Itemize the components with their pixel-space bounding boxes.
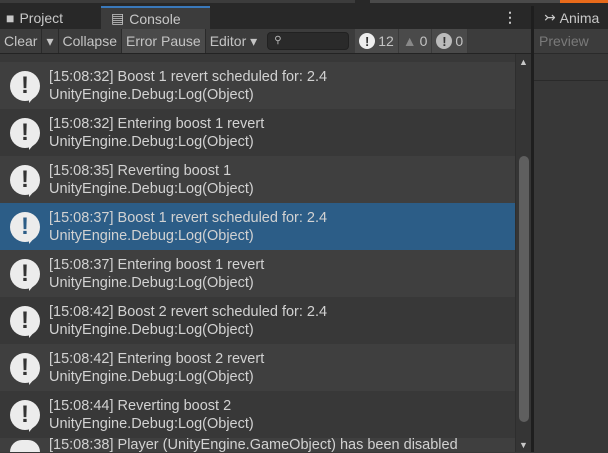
- preview-button[interactable]: Preview: [534, 29, 608, 54]
- log-trace: UnityEngine.Debug:Log(Object): [49, 86, 254, 103]
- log-text: [15:08:35] Reverting boost 1 UnityEngine.…: [49, 162, 254, 198]
- log-trace: UnityEngine.Debug:Log(Object): [49, 415, 254, 432]
- log-message: [15:08:38] Player (UnityEngine.GameObjec…: [49, 437, 458, 453]
- info-message-icon: !: [10, 440, 40, 452]
- log-message: [15:08:37] Entering boost 1 revert: [49, 256, 265, 273]
- info-message-icon: !: [10, 258, 40, 291]
- tab-label: Anima: [559, 9, 600, 26]
- info-icon: !: [359, 33, 376, 49]
- animation-icon: ↣: [544, 9, 556, 25]
- collapse-button[interactable]: Collapse: [59, 29, 122, 53]
- collapse-label: Collapse: [62, 33, 117, 49]
- info-message-icon: !: [10, 117, 40, 150]
- console-icon: ▤: [111, 10, 125, 26]
- scroll-down-icon[interactable]: ▼: [519, 440, 528, 450]
- log-entry[interactable]: ! [15:08:35] Reverting boost 1 UnityEngine…: [0, 156, 515, 203]
- log-trace: UnityEngine.Debug:Log(Object): [49, 133, 254, 150]
- tab-bar: ■ Project ▤ Console ⋮: [0, 6, 531, 29]
- log-message: [15:08:32] Boost 1 revert scheduled for:…: [49, 68, 328, 85]
- log-text: [15:08:37] Boost 1 revert scheduled for:…: [49, 209, 327, 245]
- more-options-icon[interactable]: ⋮: [503, 9, 517, 26]
- chevron-down-icon: ▾: [46, 32, 54, 49]
- log-text: [15:08:32] Boost 1 revert scheduled for:…: [49, 68, 327, 104]
- log-message: [15:08:35] Reverting boost 1: [49, 162, 232, 179]
- log-text: [15:08:44] Reverting boost 2 UnityEngine.…: [49, 397, 254, 433]
- tab-label: Console: [129, 10, 181, 27]
- log-message: [15:08:42] Boost 2 revert scheduled for:…: [49, 303, 328, 320]
- preview-label: Preview: [539, 33, 589, 49]
- animation-panel: ↣ Anima Preview: [534, 6, 608, 452]
- log-trace: UnityEngine.Debug:Log(Object): [49, 274, 254, 291]
- log-entry[interactable]: ! [15:08:44] Reverting boost 2 UnityEngine…: [0, 391, 515, 438]
- log-text: [15:08:32] Entering boost 1 revert UnityE…: [49, 115, 264, 151]
- search-icon: ⚲: [274, 35, 282, 46]
- tab-console[interactable]: ▤ Console: [101, 6, 210, 29]
- log-toggle[interactable]: ! 12: [355, 29, 399, 53]
- log-message: [15:08:44] Reverting boost 2: [49, 397, 232, 414]
- log-entry[interactable]: ! [15:08:42] Entering boost 2 revert Unity…: [0, 344, 515, 391]
- scrollbar[interactable]: ▲ ▼: [515, 54, 531, 452]
- error-icon: !: [436, 33, 453, 49]
- log-text: [15:08:42] Boost 2 revert scheduled for:…: [49, 303, 327, 339]
- info-message-icon: !: [10, 352, 40, 385]
- info-message-icon: !: [10, 399, 40, 432]
- log-entry[interactable]: ! [15:08:37] Entering boost 1 revert Unity…: [0, 250, 515, 297]
- log-entry[interactable]: ! [15:08:38] Player (UnityEngine.GameObje…: [0, 438, 515, 452]
- scrollbar-thumb[interactable]: [519, 156, 529, 422]
- editor-dropdown[interactable]: Editor ▾: [206, 29, 262, 53]
- console-toolbar: Clear ▾ Collapse Error Pause Editor ▾ ⚲ …: [0, 29, 531, 54]
- scroll-up-icon[interactable]: ▲: [519, 57, 528, 67]
- log-entry[interactable]: ! [15:08:32] Entering boost 1 revert Unity…: [0, 109, 515, 156]
- log-trace: UnityEngine.Debug:Log(Object): [49, 321, 254, 338]
- log-message: [15:08:37] Boost 1 revert scheduled for:…: [49, 209, 328, 226]
- log-trace: UnityEngine.Debug:Log(Object): [49, 227, 254, 244]
- log-trace: UnityEngine.Debug:Log(Object): [49, 180, 254, 197]
- log-text: [15:08:42] Entering boost 2 revert UnityE…: [49, 350, 264, 386]
- log-text: [15:08:38] Player (UnityEngine.GameObjec…: [49, 437, 458, 453]
- log-text: [15:08:37] Entering boost 1 revert UnityE…: [49, 256, 264, 292]
- error-toggle[interactable]: ! 0: [432, 29, 469, 53]
- warning-count: 0: [419, 33, 428, 49]
- folder-icon: ■: [6, 9, 15, 26]
- clear-button[interactable]: Clear: [0, 29, 43, 53]
- warning-icon: ▲: [402, 33, 417, 49]
- clear-options-dropdown[interactable]: ▾: [42, 29, 59, 53]
- log-count: 12: [378, 33, 394, 49]
- tab-label: Project: [19, 9, 64, 26]
- warning-toggle[interactable]: ▲ 0: [398, 29, 433, 53]
- clear-label: Clear: [4, 33, 38, 49]
- info-message-icon: !: [10, 164, 40, 197]
- log-message: [15:08:42] Entering boost 2 revert: [49, 350, 265, 367]
- error-pause-label: Error Pause: [125, 33, 201, 49]
- log-trace: UnityEngine.Debug:Log(Object): [49, 368, 254, 385]
- log-message: [15:08:32] Entering boost 1 revert: [49, 115, 265, 132]
- editor-label: Editor: [209, 33, 247, 49]
- search-input[interactable]: ⚲: [267, 32, 350, 50]
- error-count: 0: [455, 33, 464, 49]
- info-message-icon: !: [10, 305, 40, 338]
- error-pause-button[interactable]: Error Pause: [121, 29, 206, 53]
- console-log-list: ! [15:08:32] Boost 1 revert scheduled for…: [0, 54, 515, 452]
- tab-animation[interactable]: ↣ Anima: [534, 6, 608, 29]
- log-entry[interactable]: ! [15:08:42] Boost 2 revert scheduled for…: [0, 297, 515, 344]
- info-message-icon: !: [10, 70, 40, 103]
- log-entry[interactable]: ! [15:08:32] Boost 1 revert scheduled for…: [0, 62, 515, 109]
- log-entry[interactable]: ! [15:08:37] Boost 1 revert scheduled for…: [0, 203, 515, 250]
- chevron-down-icon: ▾: [250, 32, 258, 49]
- info-message-icon: !: [10, 211, 40, 244]
- tab-project[interactable]: ■ Project: [6, 6, 63, 29]
